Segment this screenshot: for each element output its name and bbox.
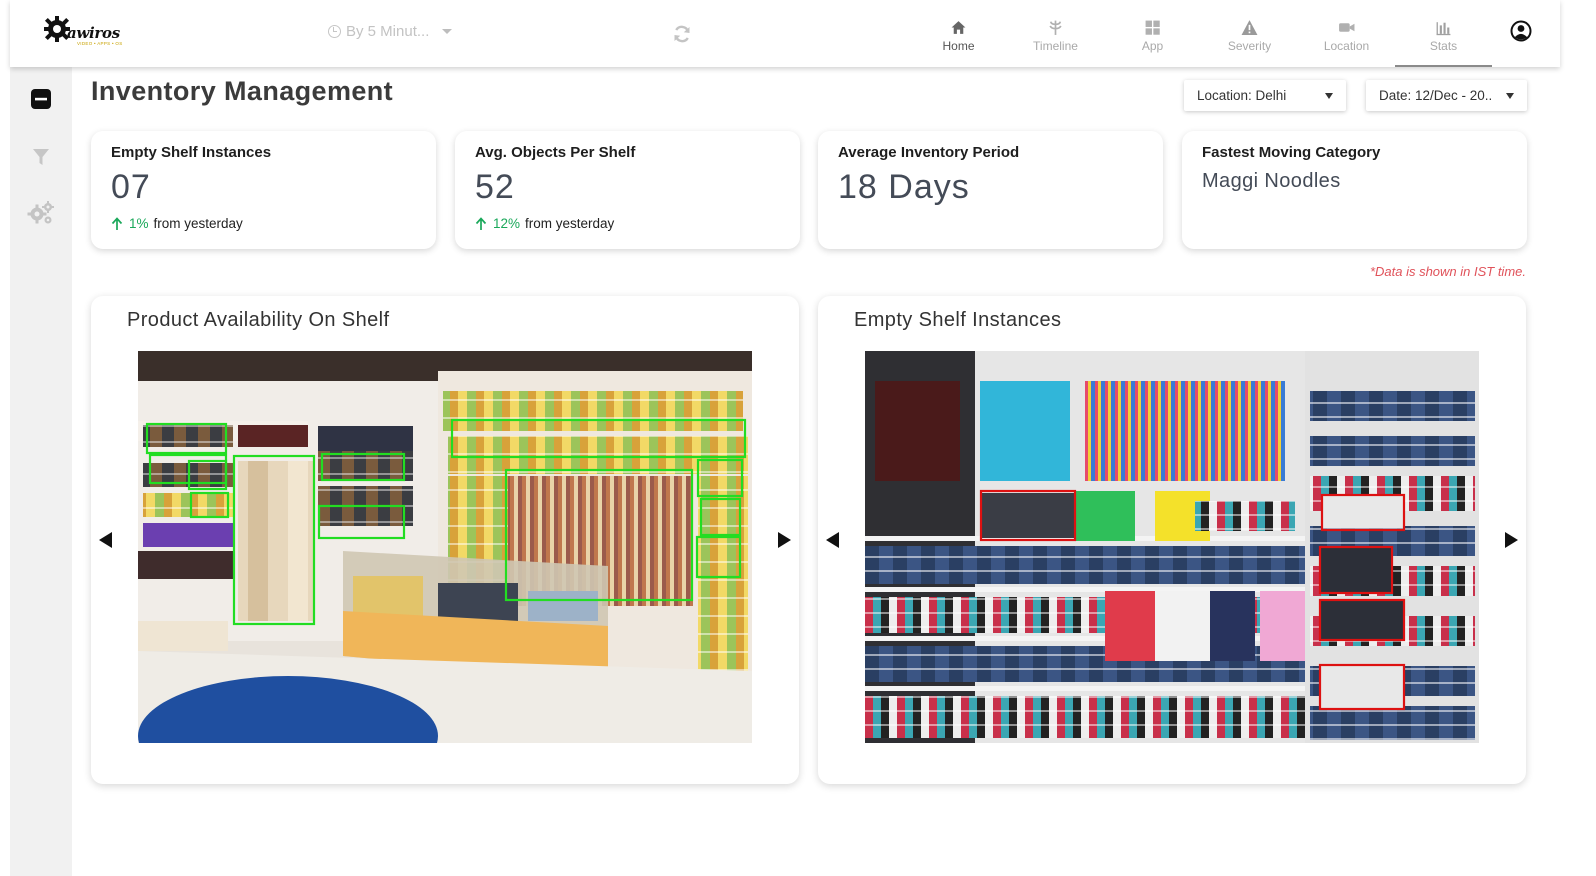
minus-square-icon <box>31 89 51 109</box>
nav-stats[interactable]: Stats <box>1395 0 1492 67</box>
time-interval-select[interactable]: By 5 Minut... <box>328 23 453 40</box>
prev-arrow-button[interactable] <box>826 532 839 548</box>
bar-chart-icon <box>1436 22 1451 36</box>
nav-timeline[interactable]: Timeline <box>1007 0 1104 67</box>
arrow-up-icon <box>111 216 123 230</box>
user-icon <box>1510 20 1532 42</box>
stat-card-title: Empty Shelf Instances <box>111 144 272 161</box>
gears-icon <box>27 201 54 224</box>
location-dropdown[interactable]: Location: Delhi <box>1184 80 1346 111</box>
chevron-down-icon <box>442 29 453 34</box>
panel-title: Product Availability On Shelf <box>127 309 390 331</box>
stat-card-avg-objects: Avg. Objects Per Shelf 52 12% from yeste… <box>455 131 800 249</box>
product-availability-panel: Product Availability On Shelf <box>91 296 799 784</box>
next-arrow-button[interactable] <box>1505 532 1518 548</box>
stat-card-empty-shelf: Empty Shelf Instances 07 1% from yesterd… <box>91 131 436 249</box>
refresh-button[interactable] <box>672 24 692 49</box>
nav-home-label: Home <box>942 39 975 53</box>
panel-title: Empty Shelf Instances <box>854 309 1062 331</box>
logo-wordmark: awiros <box>67 24 120 42</box>
kids-store-shelf-image <box>865 351 1479 743</box>
user-account-button[interactable] <box>1510 20 1532 47</box>
nav-timeline-label: Timeline <box>1033 39 1078 53</box>
filter-button[interactable] <box>30 146 52 173</box>
date-range-dropdown[interactable]: Date: 12/Dec - 20.. <box>1366 80 1527 111</box>
timeline-icon <box>1049 20 1062 35</box>
time-interval-value: By 5 Minut... <box>346 23 430 40</box>
prev-arrow-button[interactable] <box>99 532 112 548</box>
nav-severity[interactable]: Severity <box>1201 0 1298 67</box>
app-grid-icon <box>1145 20 1160 35</box>
logo-tagline: VIDEO • APPS • OS <box>77 41 123 46</box>
stat-card-trend: 12% from yesterday <box>475 216 780 231</box>
stat-card-value: Maggi Noodles <box>1202 170 1341 192</box>
store-shelf-image <box>138 351 752 743</box>
next-arrow-button[interactable] <box>778 532 791 548</box>
trend-percent: 1% <box>129 216 149 231</box>
stat-card-inventory-period: Average Inventory Period 18 Days <box>818 131 1163 249</box>
nav-app[interactable]: App <box>1104 0 1201 67</box>
stat-card-trend: 1% from yesterday <box>111 216 416 231</box>
main-nav: Home Timeline App Severity Location Stat… <box>910 0 1492 67</box>
refresh-icon <box>674 25 690 43</box>
nav-app-label: App <box>1141 39 1164 53</box>
nav-location-label: Location <box>1323 39 1370 53</box>
top-bar: awiros VIDEO • APPS • OS By 5 Minut... H… <box>10 0 1560 67</box>
trend-text: from yesterday <box>153 216 243 231</box>
camera-icon <box>1339 23 1355 32</box>
clock-icon <box>328 25 341 38</box>
stat-card-title: Average Inventory Period <box>838 144 1020 161</box>
stat-card-title: Avg. Objects Per Shelf <box>475 144 636 161</box>
stat-card-value: 18 Days <box>838 168 970 206</box>
page-title: Inventory Management <box>91 76 394 106</box>
nav-stats-label: Stats <box>1429 39 1458 53</box>
stat-card-title: Fastest Moving Category <box>1202 144 1381 161</box>
warning-icon <box>1241 20 1258 35</box>
timezone-note: *Data is shown in IST time. <box>1369 264 1526 279</box>
trend-text: from yesterday <box>525 216 615 231</box>
stat-card-value: 07 <box>111 168 151 206</box>
caret-down-icon <box>1325 92 1333 99</box>
stat-card-value: 52 <box>475 168 515 206</box>
stat-card-fastest-category: Fastest Moving Category Maggi Noodles <box>1182 131 1527 249</box>
nav-location[interactable]: Location <box>1298 0 1395 67</box>
nav-home[interactable]: Home <box>910 0 1007 67</box>
caret-down-icon <box>1506 92 1514 99</box>
settings-button[interactable] <box>27 200 55 231</box>
trend-percent: 12% <box>493 216 521 231</box>
date-range-dropdown-value: Date: 12/Dec - 20.. <box>1379 88 1493 103</box>
location-dropdown-value: Location: Delhi <box>1197 88 1287 103</box>
home-icon <box>951 21 966 34</box>
filter-icon <box>33 149 49 165</box>
empty-shelf-panel: Empty Shelf Instances <box>818 296 1526 784</box>
collapse-button[interactable] <box>30 88 52 115</box>
sidebar <box>10 67 72 876</box>
nav-severity-label: Severity <box>1227 39 1272 53</box>
arrow-up-icon <box>475 216 487 230</box>
